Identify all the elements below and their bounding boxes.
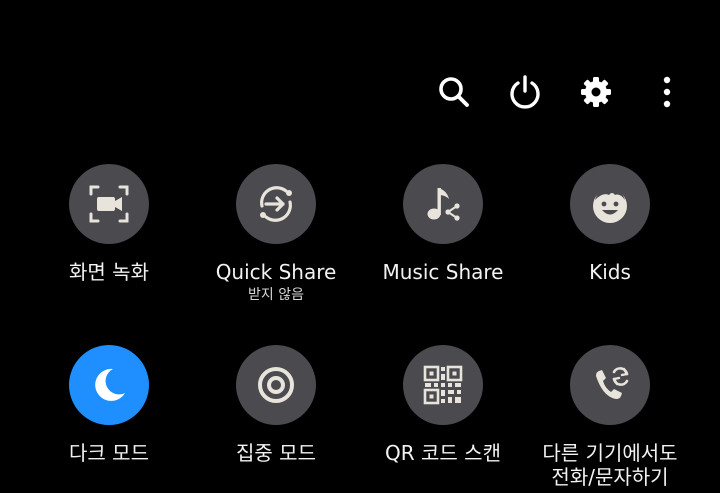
- call-text-other-devices-icon: [596, 367, 629, 399]
- tile-status: 받지 않음: [248, 287, 304, 303]
- tile-button[interactable]: [570, 345, 650, 425]
- tile-button[interactable]: [236, 345, 316, 425]
- tile-label: Kids: [589, 260, 631, 284]
- more-options-icon: [663, 76, 671, 108]
- tile-button[interactable]: [69, 345, 149, 425]
- tile-label: QR 코드 스캔: [385, 441, 501, 465]
- dark-mode-icon: [95, 368, 125, 401]
- tile-button[interactable]: [69, 164, 149, 244]
- tile-label: 집중 모드: [236, 441, 316, 465]
- power-button[interactable]: [505, 72, 545, 112]
- settings-icon: [581, 77, 611, 107]
- qr-code-icon: [423, 365, 463, 405]
- tile-label: Quick Share: [215, 260, 337, 284]
- tile-focus-mode[interactable]: 집중 모드: [192, 345, 360, 465]
- tile-music-share[interactable]: Music Share: [359, 164, 527, 284]
- settings-button[interactable]: [576, 72, 616, 112]
- tile-label: 다크 모드: [69, 441, 149, 465]
- tile-button[interactable]: [403, 345, 483, 425]
- tile-label: 화면 녹화: [69, 260, 149, 284]
- quick-share-icon: [260, 186, 292, 222]
- tile-dark-mode[interactable]: 다크 모드: [25, 345, 193, 465]
- focus-mode-icon: [258, 367, 294, 403]
- tile-quick-share[interactable]: Quick Share 받지 않음: [192, 164, 360, 304]
- more-options-button[interactable]: [647, 72, 687, 112]
- tile-kids[interactable]: Kids: [526, 164, 694, 284]
- search-icon: [439, 77, 469, 107]
- top-action-bar: [0, 72, 720, 114]
- tile-label-line2: 전화/문자하기: [551, 465, 669, 489]
- tile-qr-scan[interactable]: QR 코드 스캔: [359, 345, 527, 465]
- screen-record-icon: [89, 185, 129, 223]
- tile-button[interactable]: [570, 164, 650, 244]
- tile-label: Music Share: [382, 260, 504, 284]
- music-share-icon: [427, 188, 460, 221]
- tile-button[interactable]: [236, 164, 316, 244]
- kids-icon: [593, 188, 627, 223]
- search-button[interactable]: [434, 72, 474, 112]
- tile-screen-record[interactable]: 화면 녹화: [25, 164, 193, 284]
- tile-button[interactable]: [403, 164, 483, 244]
- power-icon: [510, 75, 540, 109]
- tile-call-text-other-devices[interactable]: 다른 기기에서도 전화/문자하기: [526, 345, 694, 489]
- tile-label: 다른 기기에서도: [542, 441, 678, 465]
